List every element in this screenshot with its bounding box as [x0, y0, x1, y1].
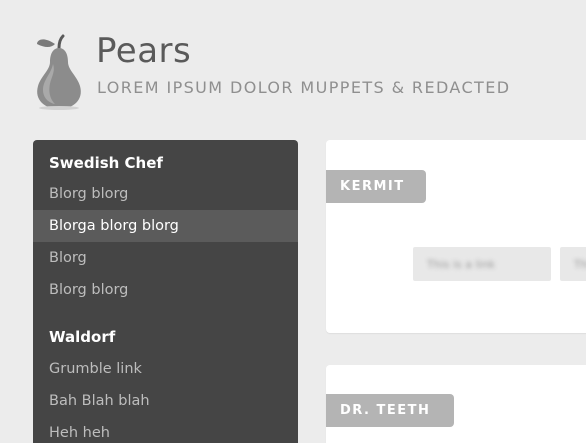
card-link-button-label: This is a link — [427, 258, 495, 271]
sidebar-group-title-swedish-chef: Swedish Chef — [49, 154, 163, 172]
card-tag-kermit: KERMIT — [326, 170, 426, 203]
card-second-button-label: This — [574, 258, 586, 271]
sidebar-item-blorg-blorg-2[interactable]: Blorg blorg — [33, 274, 298, 306]
page-subtitle: LOREM IPSUM DOLOR MUPPETS & REDACTED — [97, 78, 511, 97]
card-link-button[interactable]: This is a link — [413, 247, 551, 281]
sidebar-item-blorga-blorg-blorg[interactable]: Blorga blorg blorg — [33, 210, 298, 242]
sidebar-item-blorg-blorg[interactable]: Blorg blorg — [33, 178, 298, 210]
sidebar-group-title-waldorf: Waldorf — [49, 328, 116, 346]
page: Pears LOREM IPSUM DOLOR MUPPETS & REDACT… — [0, 0, 586, 443]
sidebar-item-blorg[interactable]: Blorg — [33, 242, 298, 274]
pear-icon — [33, 34, 89, 110]
card-dr-teeth: DR. TEETH — [326, 365, 586, 443]
sidebar: Swedish Chef Blorg blorg Blorga blorg bl… — [33, 140, 298, 443]
sidebar-item-grumble-link[interactable]: Grumble link — [33, 353, 298, 385]
sidebar-item-bah-blah-blah[interactable]: Bah Blah blah — [33, 385, 298, 417]
sidebar-item-heh-heh[interactable]: Heh heh — [33, 417, 298, 443]
page-title: Pears — [96, 31, 192, 71]
card-tag-dr-teeth: DR. TEETH — [326, 394, 454, 427]
card-second-button[interactable]: This — [560, 247, 586, 281]
card-kermit: KERMIT This is a link This — [326, 140, 586, 333]
